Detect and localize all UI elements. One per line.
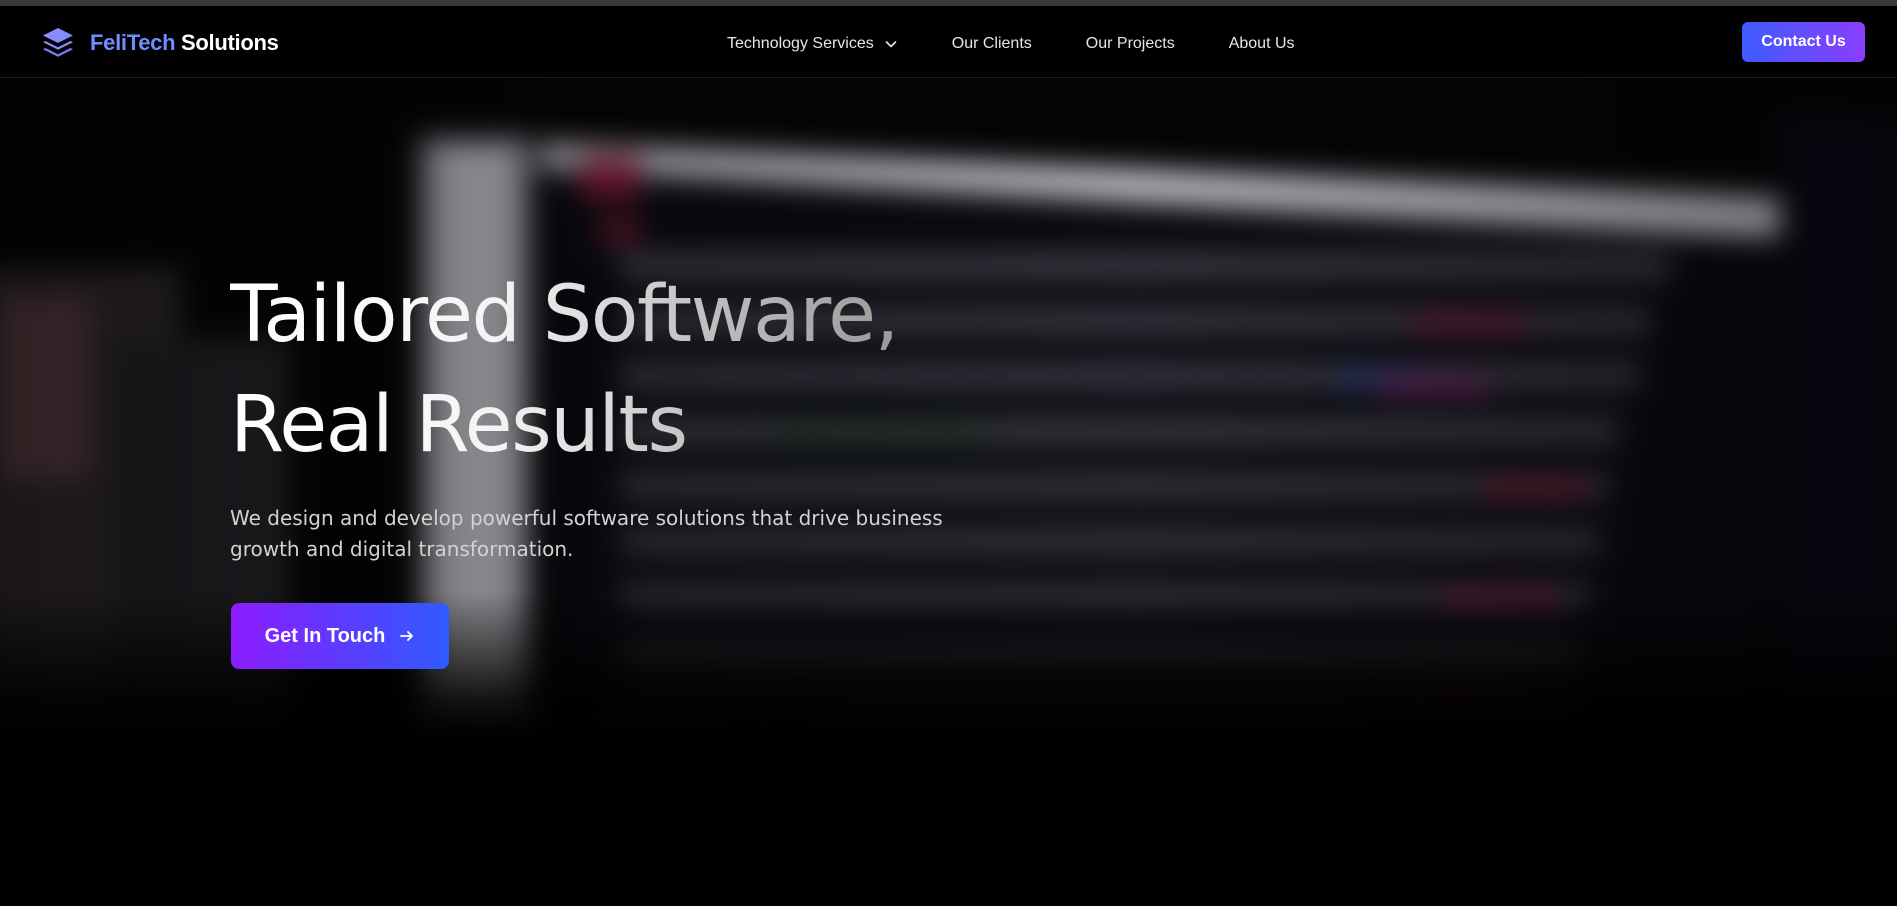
nav-technology-services-label: Technology Services [727, 35, 874, 52]
brand-logo-link[interactable]: FeliTech Solutions [40, 25, 279, 61]
hero-overlay [0, 78, 1897, 906]
nav-our-projects[interactable]: Our Projects [1086, 35, 1175, 53]
stacked-layers-icon [43, 28, 73, 57]
brand-name-part2: Solutions [181, 30, 279, 55]
arrow-right-icon [400, 631, 414, 641]
brand-name-part1: FeliTech [90, 30, 176, 55]
hero-title-line2: Real Results [230, 380, 687, 470]
hero-section: Tailored Software, Real Results We desig… [0, 78, 1897, 906]
main-nav: Technology Services Our Clients Our Proj… [727, 26, 1295, 62]
get-in-touch-button[interactable]: Get In Touch [231, 603, 449, 669]
top-navbar: FeliTech Solutions Technology Services O… [0, 6, 1897, 78]
hero-subtitle: We design and develop powerful software … [230, 506, 943, 561]
hero-title-line1: Tailored Software, [230, 270, 898, 360]
contact-us-button[interactable]: Contact Us [1742, 22, 1865, 62]
get-in-touch-label: Get In Touch [264, 624, 386, 647]
nav-about-us[interactable]: About Us [1229, 35, 1295, 53]
nav-technology-services[interactable]: Technology Services [727, 35, 898, 53]
brand-name: FeliTech Solutions [90, 30, 279, 56]
hero-title: Tailored Software, Real Results [230, 260, 898, 480]
nav-our-clients[interactable]: Our Clients [952, 35, 1032, 53]
chevron-down-icon [885, 41, 897, 48]
